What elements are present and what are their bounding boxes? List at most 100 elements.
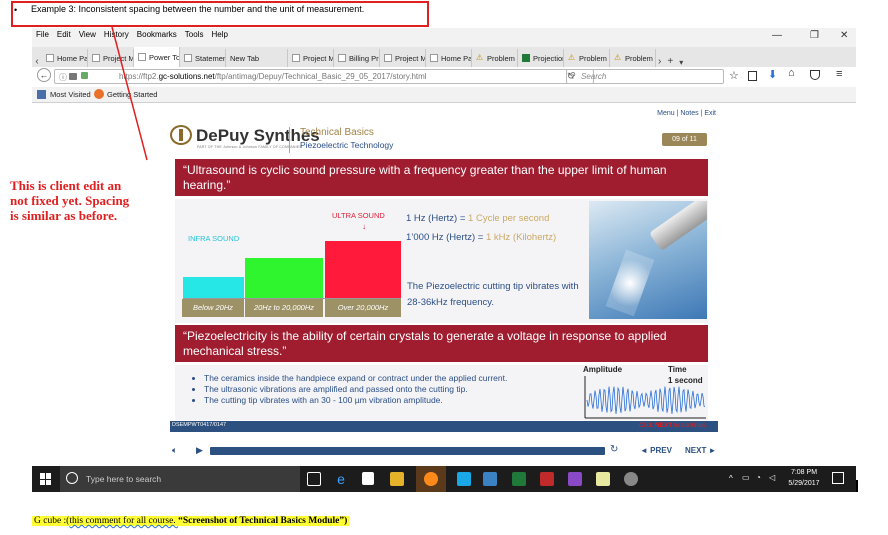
- close-icon[interactable]: ✕: [840, 30, 848, 41]
- windows-start-icon[interactable]: [40, 473, 52, 485]
- paint-icon[interactable]: [540, 472, 554, 486]
- browser-tab[interactable]: Billing Proj: [334, 49, 380, 67]
- replay-icon[interactable]: ↻: [610, 444, 618, 455]
- bookmark-most-visited[interactable]: Most Visited: [50, 90, 91, 99]
- tab-list-icon[interactable]: ▾: [679, 58, 683, 67]
- firefox-taskbar-active[interactable]: [416, 466, 446, 492]
- minimize-icon[interactable]: —: [772, 30, 782, 41]
- file-explorer-icon[interactable]: [390, 472, 404, 486]
- download-icon[interactable]: ⬇: [768, 68, 777, 81]
- scroll-tabs-right-icon[interactable]: ›: [658, 56, 661, 67]
- url-bar[interactable]: ⓘ https://ftp2.gc-solutions.net/ftp/anti…: [54, 69, 594, 84]
- clock-time[interactable]: 7:08 PM: [784, 469, 824, 476]
- document-code: DSEMPWT0417/0147: [172, 422, 227, 428]
- browser-tab[interactable]: ⚠Problem lo: [610, 49, 656, 67]
- menu-item-help[interactable]: Help: [211, 30, 227, 39]
- browser-tab[interactable]: Project Ma: [288, 49, 334, 67]
- notepad-icon[interactable]: [596, 472, 610, 486]
- click-next-hint: Click NEXT to continue.: [639, 422, 708, 429]
- browser-tab[interactable]: Project Ma: [380, 49, 426, 67]
- menu-item-history[interactable]: History: [104, 30, 129, 39]
- store-icon[interactable]: [362, 472, 374, 485]
- waveform-graphic: [584, 376, 706, 419]
- page-icon: [138, 53, 146, 61]
- clock-date[interactable]: 5/29/2017: [784, 480, 824, 487]
- speaker-icon[interactable]: ◁: [769, 473, 775, 482]
- browser-tab[interactable]: Power Tool: [134, 47, 180, 67]
- edge-icon[interactable]: e: [334, 472, 348, 486]
- taskbar-search-placeholder: Type here to search: [86, 474, 162, 484]
- home-icon[interactable]: ⌂: [788, 67, 795, 79]
- browser-tab[interactable]: ⚠Problem lo: [564, 49, 610, 67]
- new-tab-icon[interactable]: +: [667, 56, 673, 67]
- gear-app-icon[interactable]: [624, 472, 638, 486]
- reading-list-icon[interactable]: [748, 71, 757, 81]
- excel-icon[interactable]: [512, 472, 526, 486]
- task-view-icon[interactable]: [307, 472, 321, 486]
- tab-label: Project Ma: [395, 53, 425, 63]
- click-next-suffix: to continue.: [672, 422, 708, 429]
- bar-label-audible: 20Hz to 20,000Hz: [245, 299, 323, 317]
- menu-item-view[interactable]: View: [79, 30, 96, 39]
- quote-banner-ultrasound: “Ultrasound is cyclic sound pressure wit…: [175, 159, 708, 196]
- footer-bar: DSEMPWT0417/0147: [170, 421, 718, 432]
- tab-label: Project Ma: [103, 53, 133, 63]
- infra-sound-label: INFRA SOUND: [188, 234, 240, 243]
- navigation-bar: ← ⓘ https://ftp2.gc-solutions.net/ftp/an…: [32, 67, 856, 87]
- playback-controls: 🔈︎ ▶ ↻ ◄ PREV NEXT ►: [168, 440, 718, 463]
- browser-tab[interactable]: Home Pag: [426, 49, 472, 67]
- warning-icon: ⚠: [614, 53, 622, 62]
- module-title: Technical Basics: [300, 127, 374, 138]
- taskbar-search[interactable]: Type here to search: [60, 466, 300, 492]
- browser-tab[interactable]: Project Ma: [88, 49, 134, 67]
- progress-bar[interactable]: [210, 447, 605, 455]
- action-center-icon[interactable]: [832, 472, 844, 484]
- page-icon: [292, 54, 300, 62]
- menu-item-tools[interactable]: Tools: [185, 30, 204, 39]
- hamburger-menu-icon[interactable]: ≡: [836, 68, 842, 80]
- browser-tab[interactable]: Projection: [518, 49, 564, 67]
- quote-banner-piezoelectricity: “Piezoelectricity is the ability of cert…: [175, 325, 708, 362]
- pen-tool-icon[interactable]: [483, 472, 497, 486]
- back-icon[interactable]: ←: [37, 68, 51, 82]
- annotation-top-note: Example 3: Inconsistent spacing between …: [31, 4, 365, 14]
- network-icon[interactable]: ◔: [756, 473, 761, 482]
- battery-icon[interactable]: ▭: [742, 473, 750, 482]
- bookmark-star-icon[interactable]: ☆: [729, 69, 739, 82]
- bullet-amplitude: The cutting tip vibrates with an 30 - 10…: [204, 395, 580, 406]
- tray-chevron-icon[interactable]: ^: [729, 474, 733, 483]
- info-icon[interactable]: ⓘ: [59, 72, 67, 83]
- menu-item-file[interactable]: File: [36, 30, 49, 39]
- maximize-icon[interactable]: ❐: [810, 30, 819, 41]
- click-next-prefix: Click: [639, 422, 655, 429]
- top-links[interactable]: Menu | Notes | Exit: [657, 110, 716, 117]
- next-button[interactable]: NEXT ►: [685, 446, 716, 455]
- browser-tab[interactable]: ⚠Problem lo: [472, 49, 518, 67]
- colorful-app-icon[interactable]: [568, 472, 582, 486]
- volume-icon[interactable]: 🔈︎: [172, 445, 177, 456]
- browser-tab[interactable]: Statement: [180, 49, 226, 67]
- bullet-ceramics: The ceramics inside the handpiece expand…: [204, 373, 580, 384]
- page-counter: 09 of 11: [662, 133, 707, 146]
- tab-label: Problem lo: [487, 53, 517, 63]
- click-next-word: NEXT: [654, 422, 673, 429]
- menu-item-edit[interactable]: Edit: [57, 30, 71, 39]
- plugin-icon[interactable]: [69, 73, 77, 80]
- browser-tab[interactable]: New Tab: [226, 49, 288, 67]
- browser-tab[interactable]: Home Pag: [42, 49, 88, 67]
- prev-button[interactable]: ◄ PREV: [640, 446, 672, 455]
- annotation-bottom-note: G cube :(this comment for all course. “S…: [32, 516, 350, 526]
- tab-label: New Tab: [230, 53, 260, 63]
- warning-icon: ⚠: [568, 53, 576, 62]
- definition-hertz-right: 1 Cycle per second: [468, 213, 550, 224]
- search-input[interactable]: ⚲ Search: [566, 69, 724, 84]
- menu-item-bookmarks[interactable]: Bookmarks: [137, 30, 177, 39]
- bottom-note-mid: this comment for all course.: [69, 516, 179, 526]
- play-icon[interactable]: ▶: [196, 445, 203, 456]
- skype-icon[interactable]: [457, 472, 471, 486]
- tab-label: Billing Proj: [349, 53, 379, 63]
- bar-label-infra: Below 20Hz: [182, 299, 244, 317]
- pocket-icon[interactable]: [810, 70, 820, 80]
- scroll-tabs-left-icon[interactable]: ‹: [32, 56, 42, 67]
- bookmark-getting-started[interactable]: Getting Started: [107, 90, 157, 99]
